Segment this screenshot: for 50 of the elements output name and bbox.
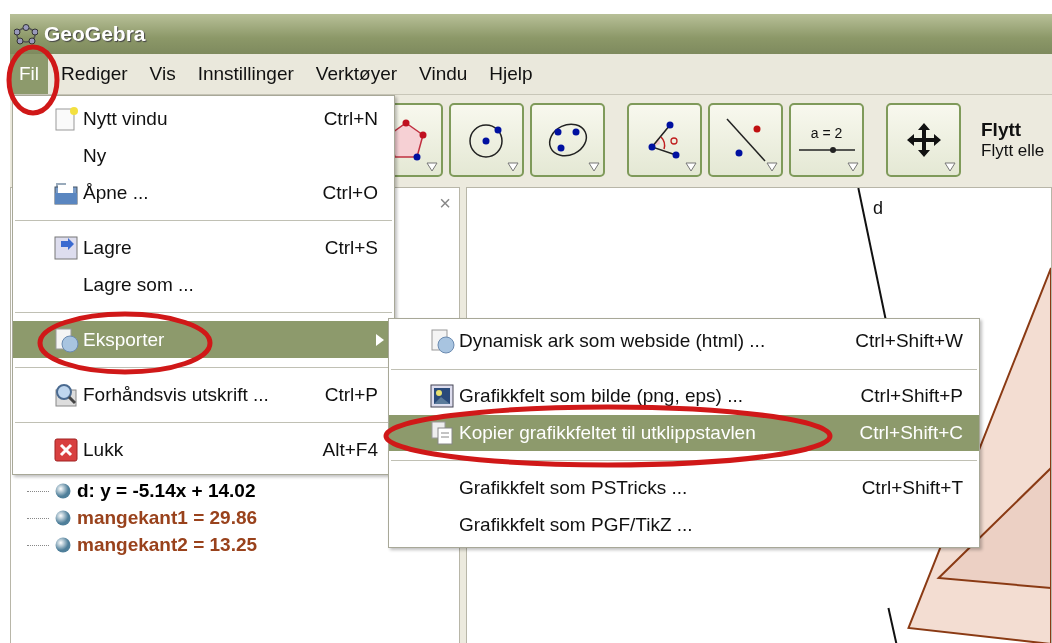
close-button[interactable]: × [439, 192, 451, 215]
new-window-icon [53, 105, 79, 132]
submenu-arrow-icon [376, 333, 384, 346]
menu-item[interactable]: Lagre som ... [13, 266, 394, 303]
menu-item[interactable]: Åpne ... Ctrl+O [13, 174, 394, 211]
tool-name: Flytt [981, 119, 1023, 141]
menu-title[interactable]: Vis [140, 54, 185, 94]
line-label: d [873, 198, 883, 219]
graph-line [887, 607, 898, 643]
algebra-entry[interactable]: mangekant2 = 13.25 [77, 534, 258, 556]
globe-document-icon [429, 328, 455, 355]
menu-title[interactable]: Hjelp [480, 54, 542, 94]
tool-button[interactable] [627, 103, 702, 177]
menu-item[interactable]: Grafikkfelt som PSTricks ... Ctrl+Shift+T [389, 469, 979, 507]
close-icon [53, 436, 79, 463]
globe-document-icon [53, 326, 79, 353]
copy-icon [429, 420, 455, 446]
menu-item[interactable]: Lagre Ctrl+S [13, 229, 394, 266]
tool-button[interactable] [886, 103, 961, 177]
picture-icon [429, 383, 455, 410]
menu-item[interactable]: Grafikkfelt som bilde (png, eps) ... Ctrl+Shift+P [389, 377, 979, 415]
dropdown-triangle-icon [766, 162, 778, 172]
menu-item[interactable]: Ny [13, 137, 394, 174]
dropdown-triangle-icon [588, 162, 600, 172]
tool-button[interactable] [530, 103, 605, 177]
tool-button[interactable] [449, 103, 524, 177]
dropdown-triangle-icon [944, 162, 956, 172]
dropdown-triangle-icon [847, 162, 859, 172]
window-title: GeoGebra [44, 22, 146, 46]
menu-title[interactable]: Verktøyer [306, 54, 407, 94]
tool-button[interactable]: a = 2 [789, 103, 864, 177]
menu-title[interactable]: Innstillinger [188, 54, 303, 94]
dropdown-triangle-icon [685, 162, 697, 172]
tool-help-text: Flytt elle [981, 141, 1045, 161]
algebra-entry[interactable]: mangekant1 = 29.86 [77, 507, 258, 529]
pentagon-logo-icon [14, 22, 38, 46]
sphere-bullet-icon[interactable] [55, 483, 71, 499]
save-icon [53, 234, 79, 261]
sphere-bullet-icon[interactable] [55, 510, 71, 526]
menu-item[interactable]: Nytt vindu Ctrl+N [13, 100, 394, 137]
algebra-entry[interactable]: d: y = -5.14x + 14.02 [77, 480, 256, 502]
dropdown-triangle-icon [507, 162, 519, 172]
highlight-ellipse [6, 44, 60, 116]
sphere-bullet-icon[interactable] [55, 537, 71, 553]
slider-icon [798, 145, 855, 155]
menu-item[interactable]: Grafikkfelt som PGF/TikZ ... [389, 506, 979, 543]
menu-title[interactable]: Vindu [410, 54, 477, 94]
menu-title[interactable]: Rediger [52, 54, 137, 94]
magnifier-icon [53, 381, 79, 408]
dropdown-triangle-icon [426, 162, 438, 172]
